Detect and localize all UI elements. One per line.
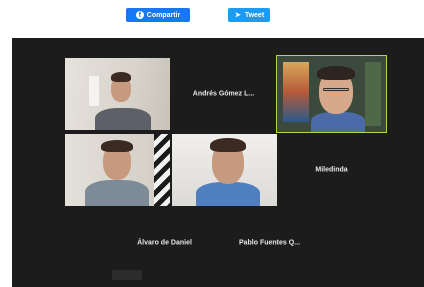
- participant-figure: [196, 182, 260, 206]
- twitter-share-label: Tweet: [244, 11, 265, 19]
- share-bar: f Compartir ➤ Tweet: [0, 0, 424, 38]
- participant-video-tile[interactable]: [172, 134, 277, 206]
- active-speaker-video-tile[interactable]: [276, 55, 387, 133]
- participant-name: Pablo Fuentes Q...: [238, 239, 301, 247]
- meeting-toolbar-hint: [112, 270, 142, 280]
- participant-figure: [85, 180, 149, 206]
- participant-name: Andrés Gómez L...: [192, 90, 255, 98]
- twitter-share-button[interactable]: ➤ Tweet: [228, 8, 270, 22]
- participant-figure: [95, 108, 151, 130]
- facebook-icon: f: [135, 11, 144, 19]
- participant-name-tile[interactable]: Andrés Gómez L...: [170, 58, 277, 130]
- facebook-share-label: Compartir: [146, 11, 181, 19]
- participant-name: Álvaro de Daniel: [137, 239, 192, 247]
- twitter-bird-icon: ➤: [234, 11, 241, 19]
- participant-name: Miledinda: [315, 166, 348, 174]
- participant-name-tile[interactable]: Miledinda: [277, 134, 386, 206]
- facebook-share-button[interactable]: f Compartir: [126, 8, 190, 22]
- glasses: [323, 88, 349, 91]
- participant-figure: [311, 112, 365, 132]
- participant-name-tile[interactable]: Pablo Fuentes Q...: [217, 208, 322, 278]
- participant-name-tile[interactable]: Álvaro de Daniel: [112, 208, 217, 278]
- video-meeting-gallery: Andrés Gómez L... Miledinda Álvaro de Da…: [12, 38, 424, 287]
- participant-video-tile[interactable]: [65, 134, 170, 206]
- participant-video-tile[interactable]: [65, 58, 170, 130]
